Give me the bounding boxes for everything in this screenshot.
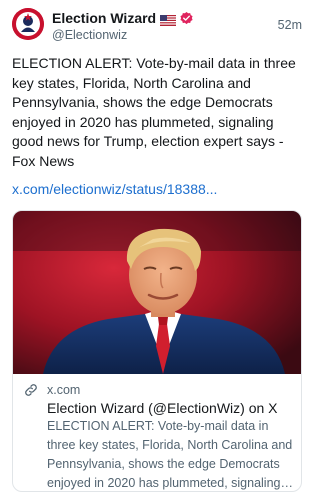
verified-badge-icon	[179, 11, 194, 26]
post-header: Election Wizard @Electionwiz 52m	[12, 8, 302, 48]
card-domain-row: x.com	[23, 382, 80, 398]
card-title[interactable]: Election Wizard (@ElectionWiz) on X	[47, 399, 293, 417]
avatar[interactable]	[12, 8, 44, 40]
card-description: ELECTION ALERT: Vote-by-mail data in thr…	[47, 417, 293, 491]
card-preview-image[interactable]	[13, 211, 301, 374]
author-display-name[interactable]: Election Wizard	[52, 10, 156, 26]
link-icon	[23, 382, 39, 398]
card-domain: x.com	[47, 383, 81, 397]
post-timestamp[interactable]: 52m	[278, 18, 302, 32]
author-handle[interactable]: @Electionwiz	[52, 28, 127, 42]
us-flag-icon	[160, 13, 177, 26]
post-link[interactable]: x.com/electionwiz/status/18388...	[12, 180, 304, 199]
author-name-row: Election Wizard	[52, 8, 194, 28]
link-preview-card[interactable]: x.com Election Wizard (@ElectionWiz) on …	[12, 210, 302, 492]
card-description-text: ELECTION ALERT: Vote-by-mail data in thr…	[47, 419, 293, 490]
post-text: ELECTION ALERT: Vote-by-mail data in thr…	[12, 55, 296, 169]
